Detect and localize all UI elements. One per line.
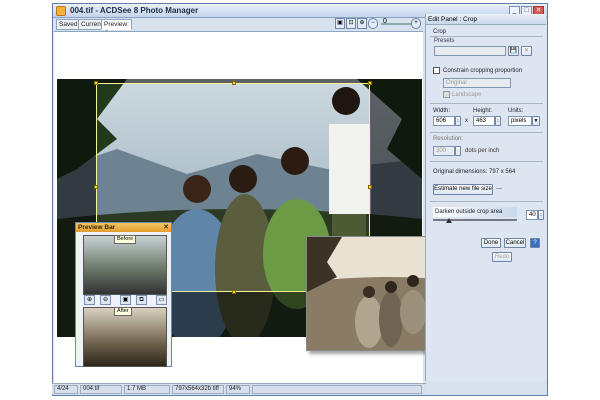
zoom-out-icon[interactable]: ⊖ xyxy=(100,295,111,305)
height-label: Height: xyxy=(473,108,493,114)
presets-label: Presets xyxy=(434,38,455,44)
actual-size-icon[interactable]: ⧉ xyxy=(136,295,147,305)
fullscreen-icon[interactable]: ▭ xyxy=(156,295,167,305)
status-extra xyxy=(252,385,422,394)
estimate-result: --- xyxy=(496,186,502,192)
save-preset-icon[interactable]: 💾 xyxy=(508,46,519,56)
status-dimensions: 797x564x32b tiff xyxy=(172,385,224,394)
zoom-out-icon[interactable]: − xyxy=(368,18,378,29)
width-input[interactable]: 606 xyxy=(433,116,455,126)
preview-bar-close-icon[interactable]: ✕ xyxy=(163,223,169,232)
units-dropdown[interactable]: pixels xyxy=(508,116,532,126)
crop-handle-r[interactable] xyxy=(368,185,372,189)
redo-button[interactable]: Redo xyxy=(492,252,512,262)
height-input[interactable]: 463 xyxy=(473,116,495,126)
crop-handle-l[interactable] xyxy=(94,185,98,189)
estimate-file-size-button[interactable]: Estimate new file size xyxy=(433,184,493,195)
preview-bar[interactable]: Preview Bar ✕ Before ⊕ ⊖ ▣ ⧉ ▭ After xyxy=(75,222,172,367)
ratio-dropdown[interactable]: Original xyxy=(443,78,511,88)
zoom-value: 0 xyxy=(383,18,387,25)
zoom-icon[interactable]: ⊕ xyxy=(357,18,367,29)
tab-preview-crop[interactable]: Preview: Crop xyxy=(101,19,132,37)
tab-saved[interactable]: Saved xyxy=(56,19,81,30)
presets-dropdown[interactable] xyxy=(434,46,506,56)
help-icon[interactable]: ? xyxy=(530,238,540,248)
preview-bar-title[interactable]: Preview Bar xyxy=(76,223,171,232)
window-title: 004.tif - ACDSee 8 Photo Manager xyxy=(70,6,199,15)
status-index: 4/24 xyxy=(54,385,78,394)
darken-slider-thumb[interactable] xyxy=(446,218,452,223)
done-button[interactable]: Done xyxy=(481,238,501,248)
resolution-label: Resolution: xyxy=(433,136,464,142)
status-bar: 4/24 004.tif 1.7 MB 797x564x32b tiff 94% xyxy=(52,383,426,394)
crop-section-label: Crop xyxy=(433,29,447,35)
resolution-input[interactable]: 300 xyxy=(433,146,455,156)
crop-handle-b[interactable] xyxy=(232,290,236,294)
width-spinner[interactable]: ↕ xyxy=(455,116,461,126)
constrain-checkbox[interactable] xyxy=(433,67,440,74)
constrain-label: Constrain cropping proportion xyxy=(443,68,523,74)
edit-panel: Edit Panel : Crop Crop Presets 💾 ✕ Const… xyxy=(425,14,546,381)
before-label: Before xyxy=(114,235,137,244)
landscape-checkbox[interactable] xyxy=(443,91,450,98)
darken-value-input[interactable]: 40 xyxy=(526,210,538,220)
landscape-label: Landscape xyxy=(452,92,482,98)
zoom-in-icon[interactable]: + xyxy=(411,18,421,29)
status-zoom: 94% xyxy=(226,385,250,394)
resolution-spinner[interactable]: ↕ xyxy=(455,146,461,156)
darken-spinner[interactable]: ↕ xyxy=(538,210,544,220)
status-filename: 004.tif xyxy=(80,385,122,394)
darken-label: Darken outside crop area xyxy=(435,209,503,215)
edit-panel-title: Edit Panel : Crop xyxy=(426,14,546,25)
cancel-button[interactable]: Cancel xyxy=(504,238,526,248)
status-filesize: 1.7 MB xyxy=(124,385,170,394)
actual-size-icon[interactable]: ⊡ xyxy=(346,18,356,29)
delete-preset-icon[interactable]: ✕ xyxy=(521,46,532,56)
units-label: Units: xyxy=(508,108,524,114)
crop-handle-tr[interactable] xyxy=(368,81,372,85)
zoom-in-icon[interactable]: ⊕ xyxy=(84,295,95,305)
dpi-label: dots per inch xyxy=(465,148,500,154)
before-thumbnail xyxy=(83,235,167,295)
after-thumbnail xyxy=(83,307,167,367)
original-dimensions: Original dimensions: 797 x 564 xyxy=(433,169,516,175)
height-spinner[interactable]: ↕ xyxy=(495,116,501,126)
app-icon xyxy=(56,6,66,16)
crop-handle-tl[interactable] xyxy=(94,81,98,85)
crop-handle-t[interactable] xyxy=(232,81,236,85)
width-label: Width: xyxy=(433,108,451,114)
fit-icon[interactable]: ▣ xyxy=(335,18,345,29)
after-label: After xyxy=(114,307,132,316)
chevron-down-icon[interactable]: ▼ xyxy=(532,116,540,126)
times-sign: x xyxy=(465,118,468,124)
fit-icon[interactable]: ▣ xyxy=(120,295,131,305)
